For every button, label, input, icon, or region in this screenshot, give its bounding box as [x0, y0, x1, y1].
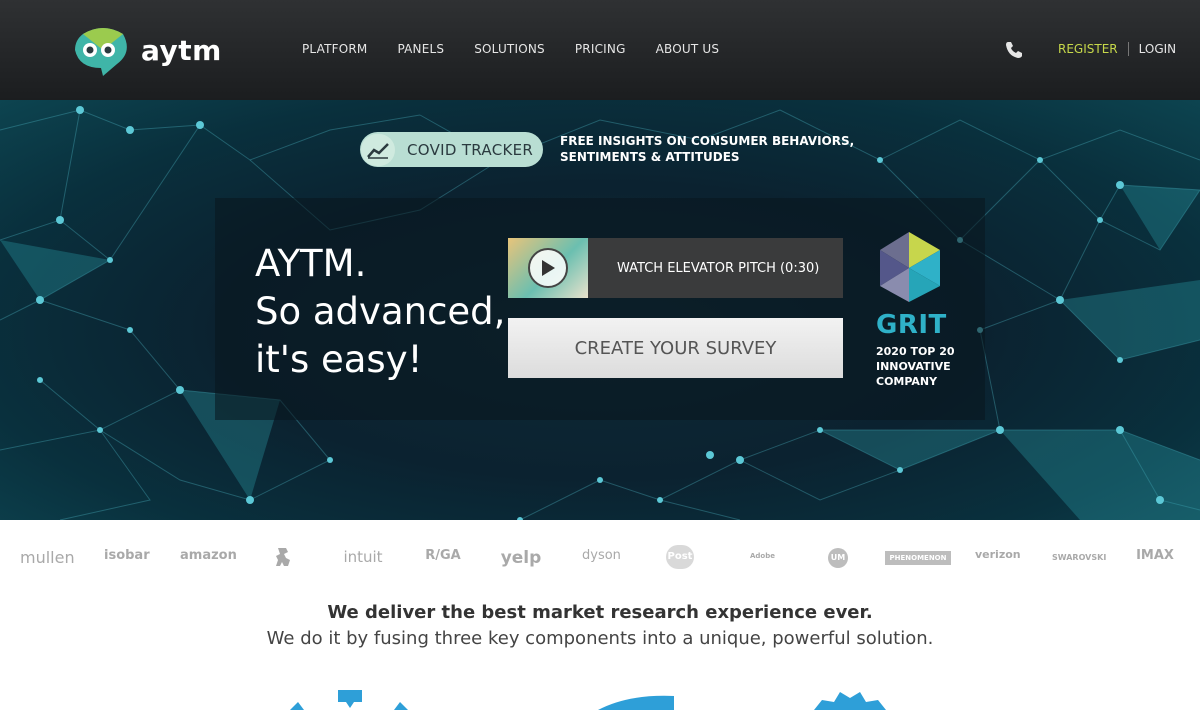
gauge-illustration-icon: [598, 695, 674, 710]
main-nav: PLATFORM PANELS SOLUTIONS PRICING ABOUT …: [302, 42, 719, 56]
hero-headline: AYTM. So advanced, it's easy!: [255, 240, 505, 384]
headline-line3: it's easy!: [255, 338, 423, 381]
grit-line2: INNOVATIVE: [876, 360, 951, 373]
client-logo-amazon: amazon: [180, 548, 237, 563]
client-logo-adobe: Adobe: [750, 552, 775, 560]
register-link[interactable]: REGISTER: [1058, 42, 1118, 56]
grit-subtitle: 2020 TOP 20 INNOVATIVE COMPANY: [876, 344, 956, 389]
client-logo-imax: IMAX: [1136, 548, 1174, 563]
deliver-section: We deliver the best market research expe…: [0, 602, 1200, 649]
deliver-heading: We deliver the best market research expe…: [327, 602, 873, 623]
client-logo-rga: R/GA: [425, 548, 461, 563]
aytm-logo[interactable]: aytm: [73, 24, 222, 76]
client-logo-jack-in-the-box-icon: [276, 548, 290, 566]
headline-line2: So advanced,: [255, 290, 506, 333]
login-link[interactable]: LOGIN: [1139, 42, 1177, 56]
grit-line1: 2020 TOP 20: [876, 345, 955, 358]
covid-tracker-button[interactable]: COVID TRACKER: [360, 132, 543, 167]
elevator-pitch-label: WATCH ELEVATOR PITCH (0:30): [617, 260, 820, 276]
site-header: aytm PLATFORM PANELS SOLUTIONS PRICING A…: [0, 0, 1200, 100]
grit-line3: COMPANY: [876, 375, 938, 388]
covid-tracker-label: COVID TRACKER: [407, 140, 534, 159]
nav-panels[interactable]: PANELS: [397, 42, 444, 56]
covid-desc-line1: FREE INSIGHTS ON CONSUMER BEHAVIORS,: [560, 134, 855, 148]
phone-icon[interactable]: [1004, 40, 1024, 60]
auth-links: REGISTER LOGIN: [1058, 42, 1176, 56]
client-logo-yelp: yelp: [500, 548, 542, 568]
headline-line1: AYTM.: [255, 242, 367, 285]
badge-illustration-icon: [814, 692, 886, 710]
people-illustration-icon: [290, 690, 408, 710]
video-thumbnail: [508, 238, 588, 298]
client-logo-um: UM: [828, 548, 848, 568]
create-survey-button[interactable]: CREATE YOUR SURVEY: [508, 318, 843, 378]
nav-about-us[interactable]: ABOUT US: [656, 42, 720, 56]
covid-desc-line2: SENTIMENTS & ATTITUDES: [560, 150, 740, 164]
auth-divider: [1127, 42, 1129, 56]
logo-mark-icon: [75, 28, 127, 76]
nav-solutions[interactable]: SOLUTIONS: [474, 42, 545, 56]
client-logo-isobar: isobar: [104, 548, 150, 563]
deliver-subheading: We do it by fusing three key components …: [266, 628, 934, 649]
client-logo-mullen: mullen: [20, 548, 75, 567]
elevator-pitch-button[interactable]: WATCH ELEVATOR PITCH (0:30): [508, 238, 843, 298]
client-logo-swarovski: SWAROVSKI: [1052, 553, 1107, 562]
client-logo-post: Post: [666, 545, 694, 569]
client-logo-verizon: verizon: [975, 548, 1021, 561]
nav-platform[interactable]: PLATFORM: [302, 42, 367, 56]
play-icon: [528, 248, 568, 288]
client-logo-dyson: dyson: [582, 548, 621, 563]
grit-title: GRIT: [876, 310, 947, 340]
grit-logo-icon: [880, 232, 940, 302]
client-logo-phenomenon: PHENOMENON: [885, 551, 951, 565]
covid-description: FREE INSIGHTS ON CONSUMER BEHAVIORS, SEN…: [560, 133, 860, 165]
grit-award-badge: GRIT 2020 TOP 20 INNOVATIVE COMPANY: [876, 230, 956, 389]
client-logo-intuit: intuit: [343, 548, 383, 566]
nav-pricing[interactable]: PRICING: [575, 42, 626, 56]
logo-text: aytm: [141, 33, 222, 67]
trend-chart-icon: [361, 133, 395, 166]
